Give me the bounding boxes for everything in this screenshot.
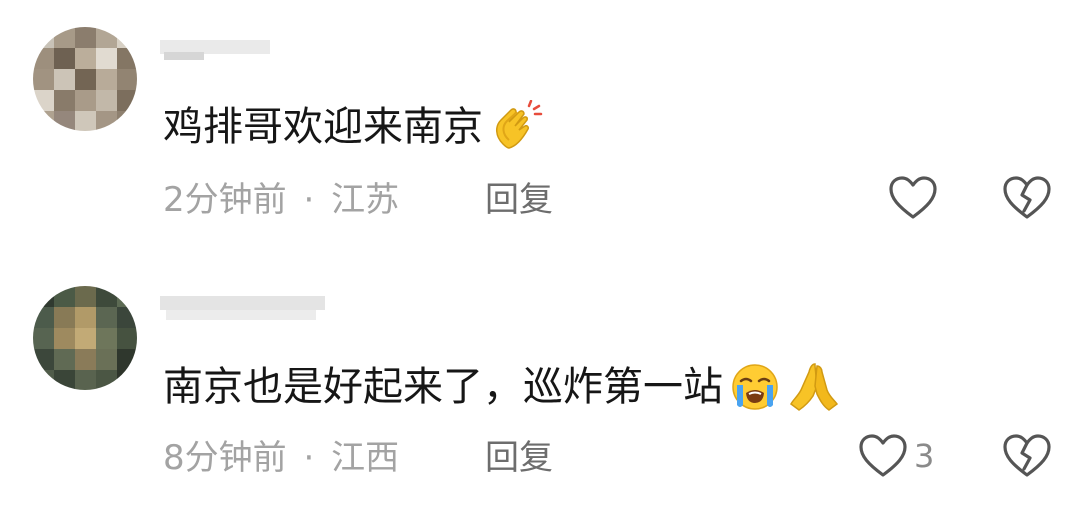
username-blurred[interactable] bbox=[160, 290, 330, 324]
meta-separator: · bbox=[303, 438, 315, 478]
comment-location: 江西 bbox=[331, 438, 400, 478]
avatar[interactable] bbox=[33, 27, 137, 131]
dislike-button[interactable] bbox=[1002, 433, 1052, 479]
comment-item: 鸡排哥欢迎来南京 2分钟前 · 江苏 回复 bbox=[0, 0, 1080, 260]
comment-text-content: 鸡排哥欢迎来南京 bbox=[163, 104, 483, 150]
like-button[interactable]: 3 bbox=[858, 433, 934, 479]
comment-text: 南京也是好起来了，巡炸第一站 bbox=[163, 360, 841, 414]
comment-location: 江苏 bbox=[331, 180, 400, 220]
like-count: 3 bbox=[914, 437, 935, 475]
heart-icon bbox=[888, 175, 938, 221]
comment-text: 鸡排哥欢迎来南京 bbox=[163, 100, 543, 154]
comment-time: 8分钟前 bbox=[163, 438, 287, 478]
loudly-crying-face-emoji bbox=[729, 361, 781, 413]
broken-heart-icon bbox=[1002, 175, 1052, 221]
reply-button[interactable]: 回复 bbox=[485, 438, 553, 478]
clapping-hands-emoji bbox=[489, 100, 543, 154]
like-button[interactable] bbox=[888, 175, 944, 221]
username-blurred[interactable] bbox=[160, 34, 280, 68]
avatar[interactable] bbox=[33, 286, 137, 390]
comment-text-content: 南京也是好起来了，巡炸第一站 bbox=[163, 364, 723, 410]
heart-icon bbox=[858, 433, 908, 479]
comment-meta: 8分钟前 · 江西 bbox=[163, 438, 399, 478]
reply-button[interactable]: 回复 bbox=[485, 180, 553, 220]
dislike-button[interactable] bbox=[1002, 175, 1052, 221]
comment-meta: 2分钟前 · 江苏 bbox=[163, 180, 399, 220]
broken-heart-icon bbox=[1002, 433, 1052, 479]
meta-separator: · bbox=[303, 180, 315, 220]
folded-hands-emoji bbox=[787, 360, 841, 414]
comment-item: 南京也是好起来了，巡炸第一站 8分钟前 · 江西 回复 3 bbox=[0, 260, 1080, 517]
comment-time: 2分钟前 bbox=[163, 180, 287, 220]
